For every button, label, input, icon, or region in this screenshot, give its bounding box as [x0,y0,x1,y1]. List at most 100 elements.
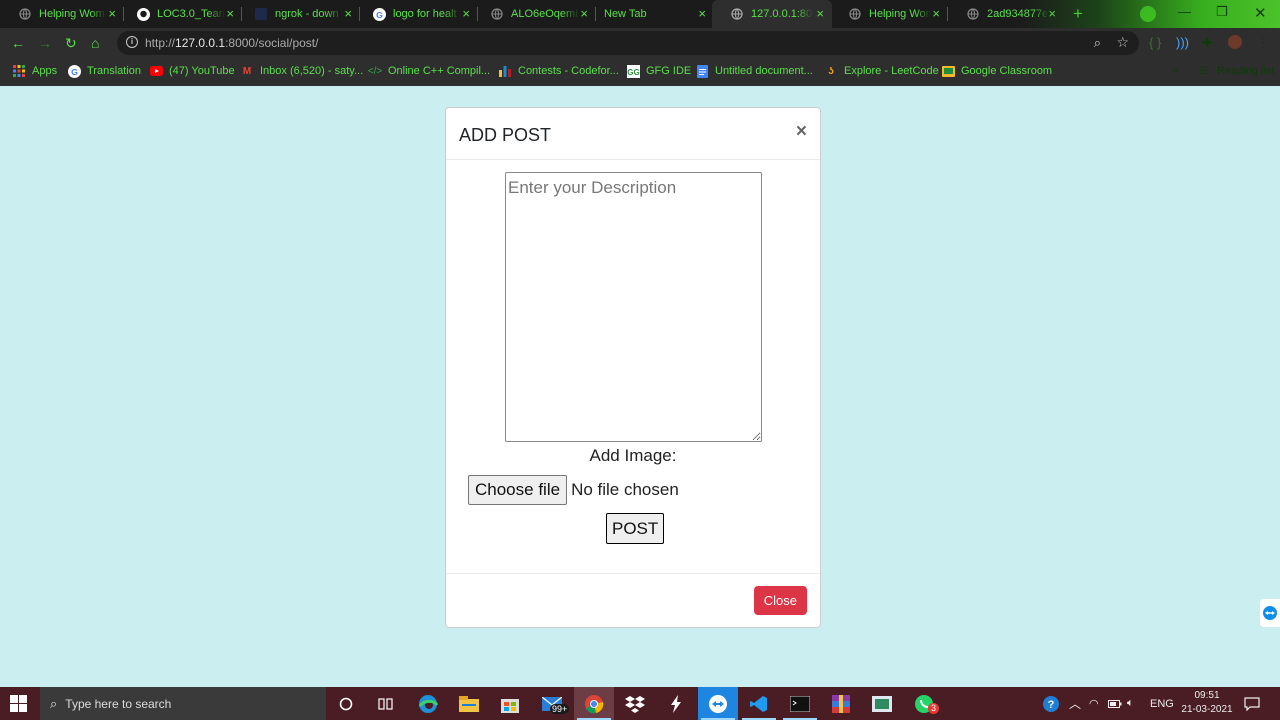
windows-start-icon[interactable] [10,695,27,717]
svg-text:G: G [376,9,383,19]
new-tab-button[interactable]: + [1073,4,1083,24]
bookmark-online-cpp[interactable]: </> Online C++ Compil... [368,64,490,78]
teamviewer-taskbar-icon[interactable] [698,687,738,720]
file-explorer-icon[interactable] [449,687,489,720]
terminal-icon[interactable] [780,687,820,720]
bookmark-apps[interactable]: Apps [12,64,57,78]
close-tab-icon[interactable]: × [698,6,706,21]
dropbox-icon[interactable] [615,687,655,720]
close-tab-icon[interactable]: × [816,6,824,21]
teamviewer-icon[interactable] [1260,599,1280,627]
tab-ngrok[interactable]: ngrok - down × [236,0,360,28]
globe-icon [730,7,744,21]
tab-search-icon[interactable] [1140,6,1156,22]
choose-file-button[interactable]: Choose file [468,475,568,505]
close-tab-icon[interactable]: × [462,6,470,21]
description-textarea[interactable] [505,172,762,442]
close-tab-icon[interactable]: × [344,6,352,21]
address-bar[interactable]: i http://127.0.0.1:8000/social/post/ ⌕ ☆ [117,31,1139,55]
battery-icon[interactable] [1108,687,1122,720]
bookmark-gmail[interactable]: M Inbox (6,520) - saty... [240,64,363,78]
reload-icon[interactable]: ↻ [65,35,77,52]
reading-list-icon: ☰ [1199,65,1209,77]
extension-wave-icon[interactable]: ))) [1176,35,1189,50]
bookmark-gfg-ide[interactable]: GG GFG IDE [626,64,691,78]
help-icon[interactable]: ? [1042,687,1060,720]
post-button[interactable]: POST [606,513,665,544]
tab-alo6[interactable]: ALO6eOqemb × [472,0,596,28]
close-tab-icon[interactable]: × [108,6,116,21]
url-text: http://127.0.0.1:8000/social/post/ [145,36,319,50]
zoom-icon[interactable]: ⌕ [1094,35,1101,51]
bookmark-youtube[interactable]: (47) YouTube [149,64,235,78]
site-info-icon[interactable]: i [126,36,138,48]
back-arrow-icon[interactable]: ← [11,35,25,51]
file-status: No file chosen [571,480,679,499]
store-icon[interactable] [490,687,530,720]
ngrok-icon [254,7,268,21]
profile-avatar[interactable] [1228,35,1242,49]
tab-helping-women-2[interactable]: Helping Wom × [830,0,948,28]
gfg-icon: GG [626,64,640,78]
edge-icon[interactable] [408,687,448,720]
winrar-icon[interactable] [821,687,861,720]
notepad-icon[interactable] [862,687,902,720]
code-icon: </> [367,65,383,77]
extension-icon[interactable]: { } [1149,35,1161,50]
google-icon: G [372,7,386,21]
volume-icon[interactable]: 🔈︎ [1127,687,1134,720]
bookmark-codeforces[interactable]: Contests - Codefor... [498,64,619,78]
tray-chevron-icon[interactable]: ︿ [1069,687,1081,720]
maximize-icon[interactable]: ❐ [1216,4,1228,20]
whatsapp-icon[interactable]: 3 [904,687,944,720]
wifi-icon[interactable]: ◠ [1089,687,1099,720]
minimize-icon[interactable]: — [1178,4,1191,19]
apps-grid-icon [12,64,26,78]
close-icon[interactable]: × [796,121,807,143]
tab-logo-health[interactable]: G logo for healt × [354,0,478,28]
svg-text:G: G [71,66,78,76]
cortana-icon[interactable] [326,687,366,720]
task-view-icon[interactable] [366,687,406,720]
close-tab-icon[interactable]: × [226,6,234,21]
close-tab-icon[interactable]: × [580,6,588,21]
page-content: ADD POST × Add Image: Choose file No fil… [0,86,1280,687]
reading-list[interactable]: ☰ Reading list [1197,64,1275,78]
globe-icon [966,7,980,21]
notification-icon[interactable] [1244,687,1260,720]
tab-localhost[interactable]: 127.0.0.1:8000 × [712,0,832,28]
bookmark-star-icon[interactable]: ☆ [1116,34,1129,51]
clock[interactable]: 09:51 21-03-2021 [1172,689,1242,717]
bookmarks-overflow-icon[interactable]: » [1172,64,1178,76]
menu-icon[interactable]: ⋮ [1257,35,1270,51]
close-button[interactable]: Close [753,586,807,615]
chrome-icon[interactable] [574,687,614,720]
forward-arrow-icon[interactable]: → [38,35,52,51]
bookmark-google-docs[interactable]: Untitled document... [695,64,813,78]
tab-new-tab[interactable]: New Tab × [590,0,714,28]
vscode-icon[interactable] [739,687,779,720]
tab-2ad93[interactable]: 2ad934877e5 × [948,0,1064,28]
codeforces-icon [498,64,512,78]
globe-icon [490,7,504,21]
close-tab-icon[interactable]: × [1048,6,1056,21]
whatsapp-badge: 3 [928,703,939,714]
add-image-label: Add Image: [589,446,677,465]
mail-icon[interactable]: 99+ [532,687,572,720]
lightning-app-icon[interactable] [656,687,696,720]
bookmark-google-classroom[interactable]: Google Classroom [941,64,1052,78]
bookmark-leetcode[interactable]: ʖ Explore - LeetCode [824,64,939,78]
tab-loc-team[interactable]: LOC3.0_Team × [118,0,242,28]
youtube-icon [149,64,163,78]
puzzle-icon[interactable]: ✚ [1202,35,1213,51]
svg-text:GG: GG [627,68,639,77]
taskbar-search[interactable]: ⌕ Type here to search [40,687,326,720]
close-window-icon[interactable]: ✕ [1254,4,1267,22]
language-indicator[interactable]: ENG [1150,687,1174,720]
bookmark-translation[interactable]: G Translation [67,64,141,78]
leetcode-icon: ʖ [828,65,834,77]
home-icon[interactable]: ⌂ [91,35,99,51]
gmail-icon: M [242,65,252,77]
tab-helping-women-1[interactable]: Helping Wom × [0,0,124,28]
close-tab-icon[interactable]: × [932,6,940,21]
